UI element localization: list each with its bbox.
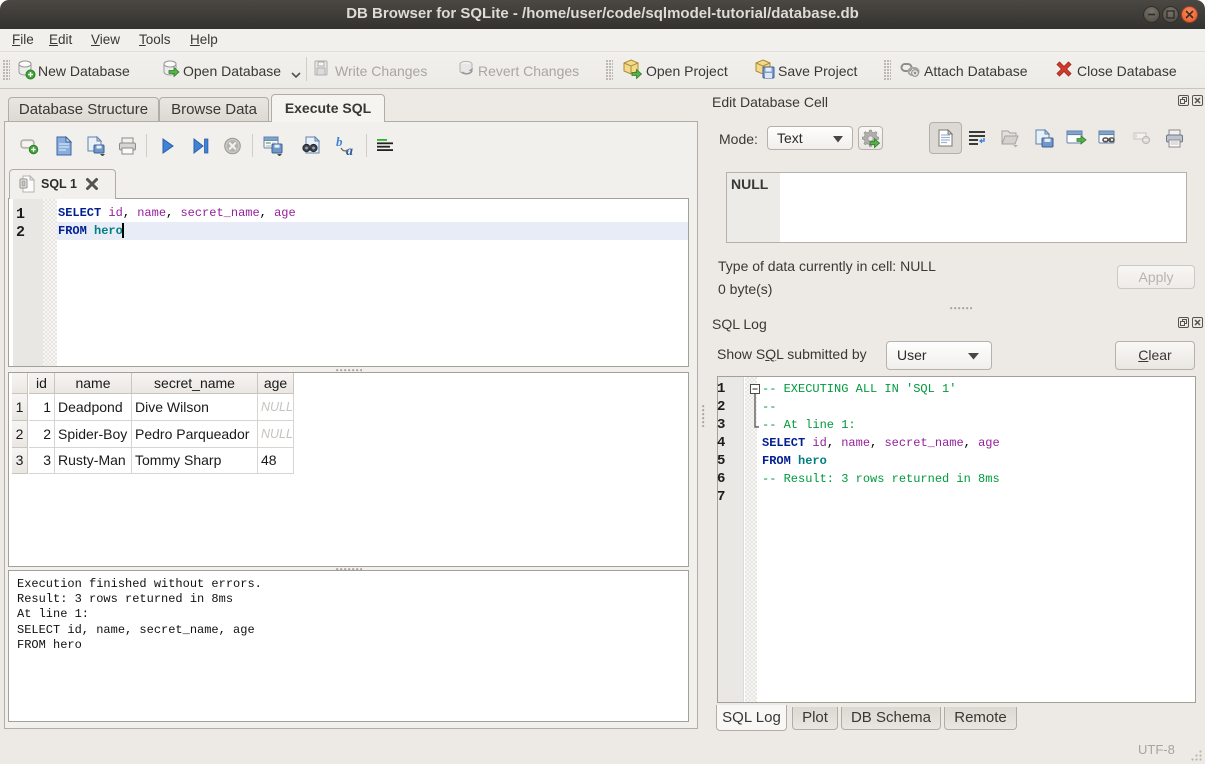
svg-text:b: b xyxy=(336,135,343,149)
